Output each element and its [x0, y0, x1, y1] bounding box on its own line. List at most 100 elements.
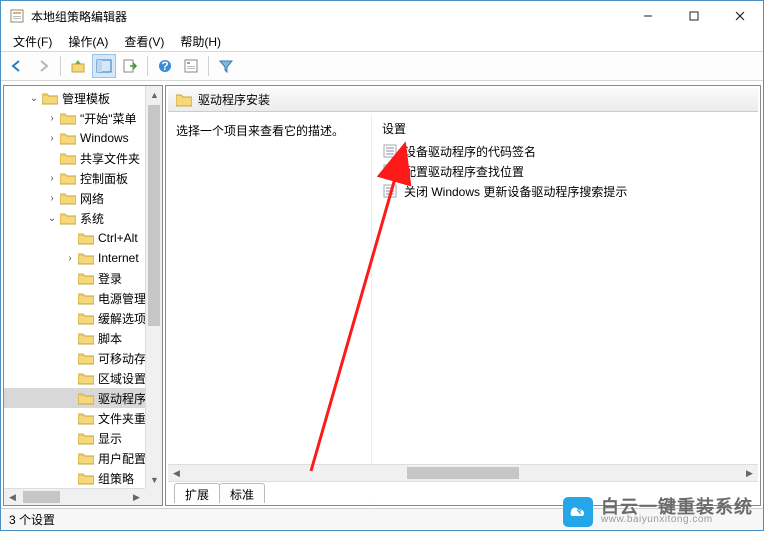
filter-button[interactable] [214, 54, 238, 78]
tree-item-label: 共享文件夹 [80, 150, 140, 167]
tree-item-label: "开始"菜单 [80, 110, 137, 127]
tree-item[interactable]: Ctrl+Alt [4, 228, 162, 248]
tabs-row: 扩展 标准 [168, 481, 758, 503]
tree-item[interactable]: ⌄管理模板 [4, 88, 162, 108]
tab-standard[interactable]: 标准 [219, 483, 265, 503]
tree-horizontal-scrollbar[interactable]: ◀ ▶ [4, 488, 145, 505]
properties-button[interactable] [179, 54, 203, 78]
folder-icon [60, 191, 76, 205]
details-header: 驱动程序安装 [168, 88, 758, 112]
tree-item-label: 电源管理 [98, 290, 146, 307]
scroll-left-icon[interactable]: ◀ [168, 465, 185, 482]
settings-column: 设置 设备驱动程序的代码签名配置驱动程序查找位置关闭 Windows 更新设备驱… [372, 114, 760, 505]
help-button[interactable]: ? [153, 54, 177, 78]
tree-item[interactable]: › Internet [4, 248, 162, 268]
details-body: 选择一个项目来查看它的描述。 设置 设备驱动程序的代码签名配置驱动程序查找位置关… [166, 114, 760, 505]
setting-item-label: 关闭 Windows 更新设备驱动程序搜索提示 [404, 183, 627, 200]
details-pane: 驱动程序安装 选择一个项目来查看它的描述。 设置 设备驱动程序的代码签名配置驱动… [165, 85, 761, 506]
setting-item[interactable]: 设备驱动程序的代码签名 [372, 141, 760, 161]
settings-list: 设备驱动程序的代码签名配置驱动程序查找位置关闭 Windows 更新设备驱动程序… [372, 141, 760, 201]
show-tree-button[interactable] [92, 54, 116, 78]
policy-icon [382, 163, 398, 179]
statusbar: 3 个设置 [1, 508, 763, 530]
tree-item-label: 缓解选项 [98, 310, 146, 327]
tree-item[interactable]: ›Windows [4, 128, 162, 148]
forward-button[interactable] [31, 54, 55, 78]
tree-vertical-scrollbar[interactable]: ▲ ▼ [145, 86, 162, 488]
tree-item[interactable]: › "开始"菜单 [4, 108, 162, 128]
minimize-button[interactable] [625, 1, 671, 31]
tree-item[interactable]: 驱动程序 [4, 388, 162, 408]
tree-item[interactable]: ⌄系统 [4, 208, 162, 228]
tree-item-label: Ctrl+Alt [98, 231, 138, 245]
folder-icon [78, 331, 94, 345]
up-button[interactable] [66, 54, 90, 78]
policy-icon [382, 143, 398, 159]
tree-item-label: 可移动存 [98, 350, 146, 367]
settings-column-header[interactable]: 设置 [372, 114, 760, 141]
tree-item[interactable]: 登录 [4, 268, 162, 288]
setting-item-label: 配置驱动程序查找位置 [404, 163, 524, 180]
scroll-corner [145, 488, 162, 505]
menu-action[interactable]: 操作(A) [62, 31, 114, 52]
setting-item-label: 设备驱动程序的代码签名 [404, 143, 536, 160]
expand-icon[interactable]: ⌄ [28, 93, 40, 104]
close-button[interactable] [717, 1, 763, 31]
expand-icon[interactable]: › [46, 173, 58, 184]
tab-extended[interactable]: 扩展 [174, 483, 220, 503]
folder-icon [78, 391, 94, 405]
expand-icon[interactable]: ⌄ [46, 213, 58, 224]
export-button[interactable] [118, 54, 142, 78]
app-icon [9, 8, 25, 24]
scroll-right-icon[interactable]: ▶ [741, 465, 758, 482]
maximize-button[interactable] [671, 1, 717, 31]
folder-icon [78, 431, 94, 445]
menu-file[interactable]: 文件(F) [7, 31, 58, 52]
setting-item[interactable]: 配置驱动程序查找位置 [372, 161, 760, 181]
tree-item-label: 登录 [98, 270, 122, 287]
toolbar-separator [208, 56, 209, 76]
details-horizontal-scrollbar[interactable]: ◀ ▶ [168, 464, 758, 481]
expand-icon[interactable]: › [46, 193, 58, 204]
folder-icon [60, 131, 76, 145]
folder-icon [60, 211, 76, 225]
scroll-down-icon[interactable]: ▼ [146, 471, 163, 488]
expand-icon[interactable]: › [64, 253, 76, 264]
tree-item[interactable]: ›网络 [4, 188, 162, 208]
tree[interactable]: ⌄管理模板 › "开始"菜单›Windows 共享文件夹›控制面板›网络⌄系统 Ctrl… [4, 86, 162, 490]
setting-item[interactable]: 关闭 Windows 更新设备驱动程序搜索提示 [372, 181, 760, 201]
tree-item[interactable]: 电源管理 [4, 288, 162, 308]
tree-item-label: 文件夹重 [98, 410, 146, 427]
toolbar: ? [1, 51, 763, 81]
expand-icon[interactable]: › [46, 113, 58, 124]
tree-item[interactable]: 用户配置 [4, 448, 162, 468]
menubar: 文件(F) 操作(A) 查看(V) 帮助(H) [1, 31, 763, 51]
status-text: 3 个设置 [9, 511, 55, 528]
tree-item[interactable]: 可移动存 [4, 348, 162, 368]
tree-item[interactable]: 文件夹重 [4, 408, 162, 428]
back-button[interactable] [5, 54, 29, 78]
folder-icon [78, 271, 94, 285]
menu-view[interactable]: 查看(V) [118, 31, 170, 52]
scroll-left-icon[interactable]: ◀ [4, 489, 21, 506]
tree-item[interactable]: 组策略 [4, 468, 162, 488]
tree-item[interactable]: 区域设置 [4, 368, 162, 388]
tree-item-label: 驱动程序 [98, 390, 146, 407]
tree-item[interactable]: 脚本 [4, 328, 162, 348]
folder-icon [78, 471, 94, 485]
tree-item[interactable]: 显示 [4, 428, 162, 448]
menu-help[interactable]: 帮助(H) [174, 31, 227, 52]
folder-icon [78, 351, 94, 365]
app-window: 本地组策略编辑器 文件(F) 操作(A) 查看(V) 帮助(H) ? ⌄管理模板… [0, 0, 764, 531]
tree-item-label: Internet [98, 251, 139, 265]
folder-icon [42, 91, 58, 105]
tree-item[interactable]: ›控制面板 [4, 168, 162, 188]
folder-icon [78, 451, 94, 465]
tree-item[interactable]: 缓解选项 [4, 308, 162, 328]
scroll-up-icon[interactable]: ▲ [146, 86, 163, 103]
tree-item[interactable]: 共享文件夹 [4, 148, 162, 168]
main-area: ⌄管理模板 › "开始"菜单›Windows 共享文件夹›控制面板›网络⌄系统 Ctrl… [1, 83, 763, 508]
scroll-right-icon[interactable]: ▶ [128, 489, 145, 506]
folder-icon [78, 411, 94, 425]
expand-icon[interactable]: › [46, 133, 58, 144]
